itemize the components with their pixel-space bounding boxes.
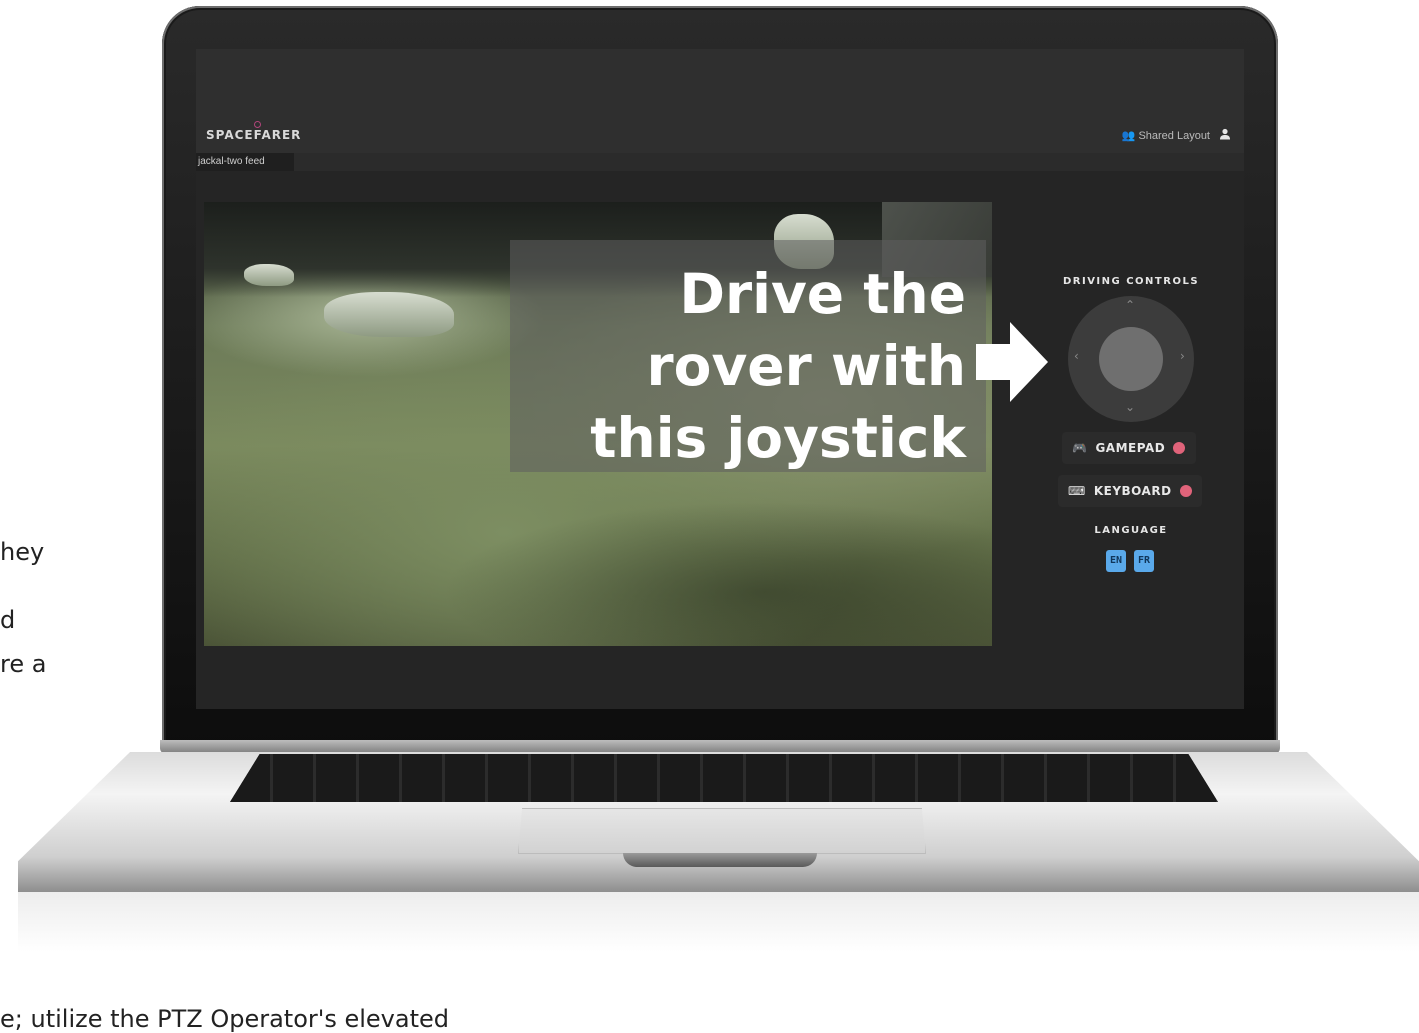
chevron-left-icon: ‹ xyxy=(1074,349,1079,363)
instruction-callout: Drive the rover with this joystick xyxy=(510,240,986,472)
feed-rock xyxy=(244,264,294,286)
user-icon[interactable] xyxy=(1219,128,1231,140)
keyboard-label: KEYBOARD xyxy=(1093,484,1172,498)
logo-mark-icon xyxy=(254,121,261,128)
language-title: LANGUAGE xyxy=(1094,525,1168,536)
language-fr-button[interactable]: FR xyxy=(1134,550,1154,572)
keyboard-button[interactable]: ⌨ KEYBOARD xyxy=(1058,475,1202,507)
app-header: SPACEFARER 👥 Shared Layout xyxy=(196,49,1244,153)
driving-controls-title: DRIVING CONTROLS xyxy=(1062,276,1200,287)
background-text-fragment: e; utilize the PTZ Operator's elevated xyxy=(0,1005,449,1033)
laptop-reflection xyxy=(18,892,1419,952)
joystick[interactable]: ⌃ ⌄ ‹ › xyxy=(1068,296,1194,422)
callout-text: Drive the rover with this joystick xyxy=(590,262,966,470)
arrow-right-icon xyxy=(976,322,1048,402)
laptop-trackpad xyxy=(518,808,926,854)
laptop-notch xyxy=(623,853,817,867)
gamepad-icon: 🎮 xyxy=(1072,441,1088,455)
chevron-right-icon: › xyxy=(1180,349,1185,363)
shared-layout-button[interactable]: 👥 Shared Layout xyxy=(1122,129,1210,142)
app-logo[interactable]: SPACEFARER xyxy=(206,128,301,142)
tab-jackal-two-feed[interactable]: jackal-two feed xyxy=(196,153,294,171)
laptop-keyboard xyxy=(230,754,1218,802)
background-text-fragment: hey xyxy=(0,538,45,566)
feed-rock xyxy=(324,292,454,337)
tab-bar: jackal-two feed xyxy=(196,153,1244,171)
joystick-knob[interactable] xyxy=(1099,327,1163,391)
background-text-fragment: d xyxy=(0,606,16,634)
user-group-icon: 👥 xyxy=(1121,130,1136,142)
gamepad-label: GAMEPAD xyxy=(1095,441,1166,455)
gamepad-status-indicator xyxy=(1173,442,1186,454)
shared-layout-label: Shared Layout xyxy=(1138,130,1210,142)
app-screen: SPACEFARER 👥 Shared Layout jackal-two fe… xyxy=(196,49,1244,709)
keyboard-icon: ⌨ xyxy=(1068,484,1086,498)
chevron-down-icon: ⌄ xyxy=(1125,400,1136,414)
gamepad-button[interactable]: 🎮 GAMEPAD xyxy=(1062,432,1196,464)
background-text-fragment: re a xyxy=(0,650,47,678)
chevron-up-icon: ⌃ xyxy=(1125,298,1136,312)
keyboard-status-indicator xyxy=(1179,485,1192,497)
language-en-button[interactable]: EN xyxy=(1106,550,1126,572)
laptop-hinge xyxy=(160,740,1280,754)
